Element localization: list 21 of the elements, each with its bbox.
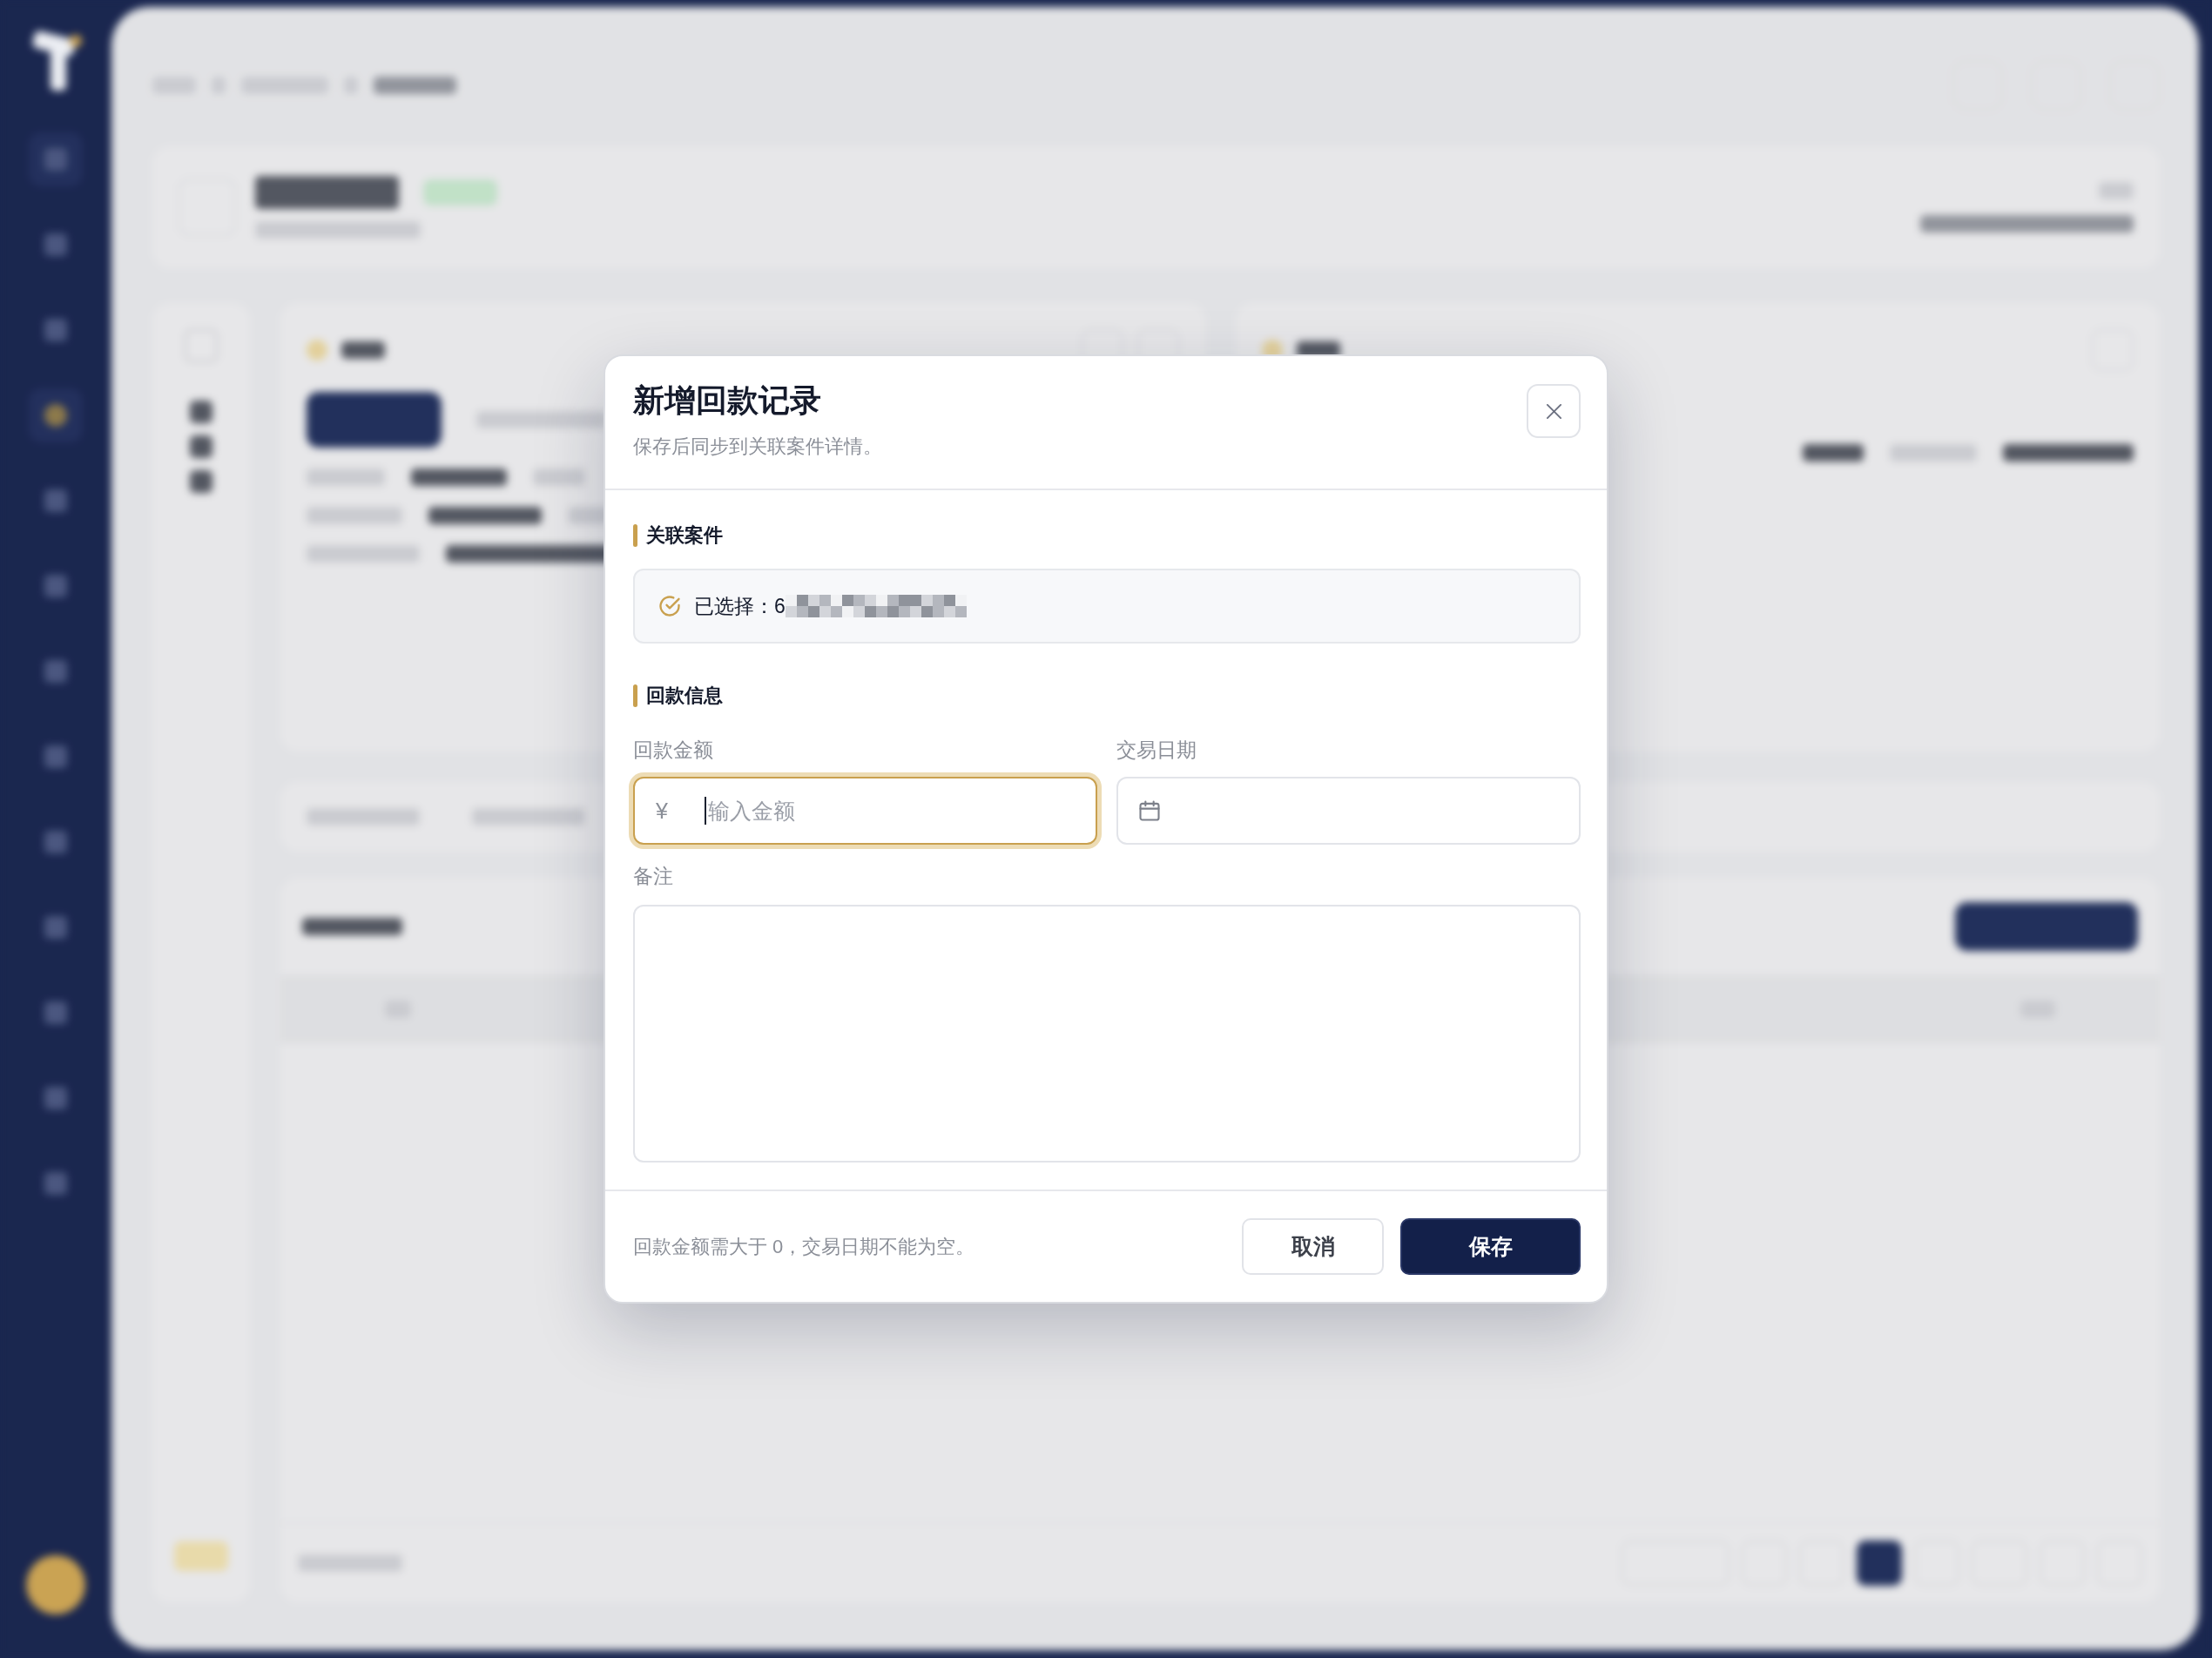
cancel-button[interactable]: 取消 <box>1242 1218 1384 1275</box>
dialog-title: 新增回款记录 <box>633 381 822 420</box>
field-label: 交易日期 <box>1116 738 1197 763</box>
close-button[interactable] <box>1527 384 1581 438</box>
selection-text: 已选择：6 <box>694 594 786 619</box>
close-icon <box>1545 402 1562 420</box>
accent-bar-icon <box>633 524 637 547</box>
text-cursor-icon <box>705 797 706 825</box>
section-heading: 关联案件 <box>646 523 723 548</box>
field-label: 备注 <box>633 864 673 889</box>
check-circle-icon <box>658 594 682 618</box>
dialog-subtitle: 保存后同步到关联案件详情。 <box>633 435 882 459</box>
date-input[interactable] <box>1116 777 1581 845</box>
footer-hint: 回款金额需大于 0，交易日期不能为空。 <box>633 1234 975 1259</box>
remarks-textarea[interactable] <box>633 905 1581 1163</box>
save-button[interactable]: 保存 <box>1400 1218 1581 1275</box>
currency-symbol: ¥ <box>656 798 668 825</box>
section-heading: 回款信息 <box>646 684 723 708</box>
field-label: 回款金额 <box>633 738 713 763</box>
accent-bar-icon <box>633 684 637 707</box>
calendar-icon <box>1137 799 1162 823</box>
